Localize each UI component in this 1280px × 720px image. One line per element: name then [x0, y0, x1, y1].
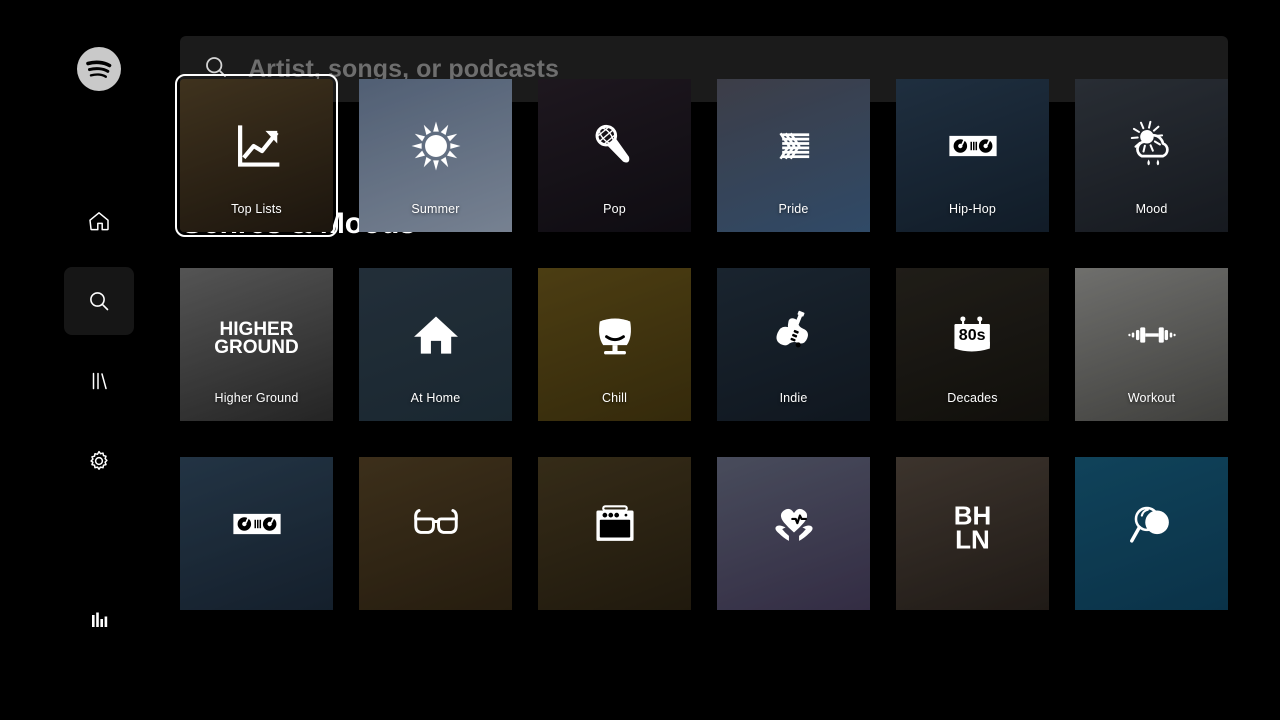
genre-card-body: [717, 457, 870, 610]
svg-text:80s: 80s: [958, 326, 985, 344]
genre-card[interactable]: 80s Decades: [896, 268, 1049, 421]
genre-card-body: [1075, 457, 1228, 610]
sun-cloud-rain-icon: [1075, 119, 1228, 173]
genre-card[interactable]: Pride: [717, 79, 870, 232]
trending-chart-icon: [180, 119, 333, 173]
spotify-logo-icon[interactable]: [77, 47, 121, 91]
home-icon: [89, 212, 109, 231]
dumbbell-icon: [1075, 308, 1228, 362]
genre-card[interactable]: Mood: [1075, 79, 1228, 232]
genre-card-label: Pop: [603, 202, 626, 216]
genre-card-body: Pop: [538, 79, 691, 232]
genre-card-body: Summer: [359, 79, 512, 232]
genre-card-label: Mood: [1135, 202, 1168, 216]
genre-card-body: [180, 457, 333, 610]
genre-card[interactable]: BH LN: [896, 457, 1049, 610]
spotify-tv-app: Artist, songs, or podcasts Genres & Mood…: [0, 0, 1280, 720]
genre-card[interactable]: At Home: [359, 268, 512, 421]
genres-grid: Top Lists Summer Pop Pride Hip-Hop Mood H…: [175, 74, 1228, 610]
main-content: Genres & Moods Top Lists Summer Pop Prid…: [175, 0, 1280, 720]
genre-card-body: Indie: [717, 268, 870, 421]
guitar-icon: [717, 308, 870, 362]
genre-card-body: Chill: [538, 268, 691, 421]
genre-card[interactable]: Chill: [538, 268, 691, 421]
gear-icon: [90, 450, 108, 470]
sun-icon: [359, 119, 512, 173]
sidebar-item-search[interactable]: [64, 267, 134, 335]
genre-card-label: Top Lists: [231, 202, 282, 216]
genre-card[interactable]: [359, 457, 512, 610]
sidebar-nav: [64, 187, 134, 507]
genre-card-artwork-text: BH LN: [953, 499, 992, 555]
microphone-icon: [538, 119, 691, 173]
genre-card-label: Decades: [947, 391, 998, 405]
genre-card-label: At Home: [410, 391, 461, 405]
genre-card-label: Hip-Hop: [949, 202, 996, 216]
heart-hands-icon: [717, 497, 870, 551]
sidebar: [0, 0, 164, 720]
pride-flag-icon: [717, 119, 870, 173]
genre-card-body: At Home: [359, 268, 512, 421]
sidebar-item-library[interactable]: [64, 347, 134, 415]
turntables-icon: [896, 119, 1049, 173]
amplifier-icon: [538, 497, 691, 551]
genre-card-artwork-text: HIGHER GROUND: [214, 318, 299, 358]
genre-card-label: Workout: [1127, 391, 1176, 405]
genre-card-body: Workout: [1075, 268, 1228, 421]
genre-card-body: [359, 457, 512, 610]
genre-card[interactable]: Hip-Hop: [896, 79, 1049, 232]
genre-card-label: Chill: [601, 391, 628, 405]
genre-card-body: [538, 457, 691, 610]
genre-card-label: Summer: [411, 202, 460, 216]
sidebar-item-now-playing[interactable]: [64, 590, 134, 652]
genre-card-label: Higher Ground: [214, 391, 299, 405]
genre-card[interactable]: Top Lists: [175, 74, 338, 237]
house-icon: [359, 308, 512, 362]
genre-card[interactable]: [180, 457, 333, 610]
genre-card[interactable]: HIGHER GROUND Higher Ground: [180, 268, 333, 421]
genre-card[interactable]: Summer: [359, 79, 512, 232]
search-icon: [90, 292, 109, 311]
genre-card-body: Hip-Hop: [896, 79, 1049, 232]
sidebar-item-home[interactable]: [64, 187, 134, 255]
genre-card-body: 80s Decades: [896, 268, 1049, 421]
turntables-icon: [180, 497, 333, 551]
sunglasses-icon: [359, 497, 512, 551]
magnifier-icon: [1075, 497, 1228, 551]
genre-card[interactable]: Indie: [717, 268, 870, 421]
genre-card[interactable]: [717, 457, 870, 610]
library-icon: [92, 372, 107, 390]
genre-card-label: Pride: [778, 202, 809, 216]
genre-card[interactable]: [538, 457, 691, 610]
equalizer-icon: [92, 612, 108, 627]
sidebar-item-settings[interactable]: [64, 427, 134, 495]
genre-card-body: BH LN: [896, 457, 1049, 610]
genre-card[interactable]: Pop: [538, 79, 691, 232]
calendar-80s-icon: 80s: [896, 308, 1049, 362]
genre-card-body: Mood: [1075, 79, 1228, 232]
genre-card-label: Indie: [779, 391, 808, 405]
genre-card-body: Pride: [717, 79, 870, 232]
genre-card-body: HIGHER GROUND Higher Ground: [180, 268, 333, 421]
genre-card-body: Top Lists: [180, 79, 333, 232]
armchair-icon: [538, 308, 691, 362]
genre-card[interactable]: [1075, 457, 1228, 610]
genre-card[interactable]: Workout: [1075, 268, 1228, 421]
